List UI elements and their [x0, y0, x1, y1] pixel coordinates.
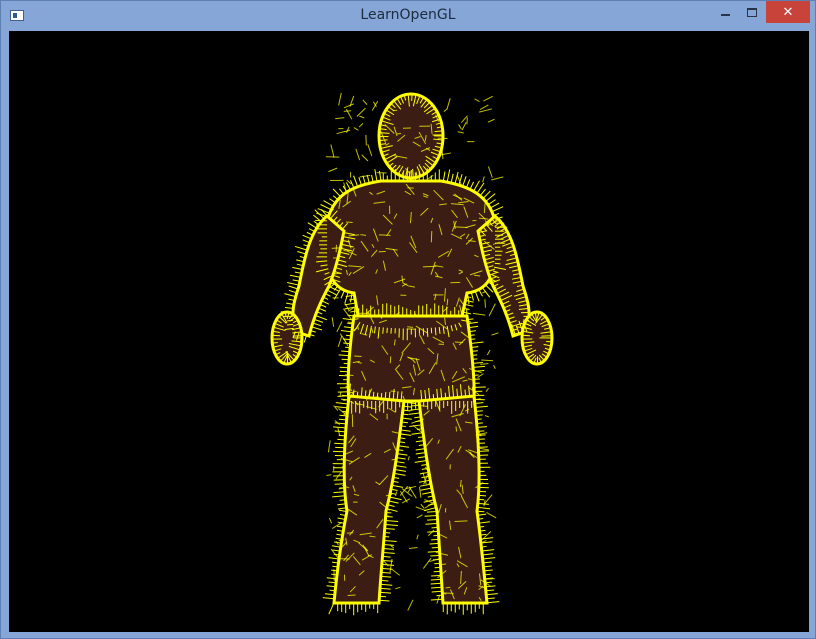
normal-line — [431, 586, 443, 589]
normal-line — [426, 510, 438, 513]
normal-line — [430, 554, 440, 557]
normal-line — [382, 327, 384, 334]
maximize-button[interactable] — [738, 1, 765, 23]
normal-line — [380, 579, 389, 582]
normal-line — [484, 573, 491, 576]
normal-line — [329, 589, 336, 592]
normal-line — [332, 565, 339, 568]
normal-line — [494, 262, 501, 265]
normal-line — [446, 298, 449, 306]
normal-line — [471, 350, 478, 352]
normal-line — [470, 338, 476, 341]
normal-line — [434, 327, 437, 336]
normal-line — [334, 442, 345, 445]
normal-line — [343, 110, 352, 112]
normal-line — [522, 334, 530, 337]
normal-line — [365, 134, 367, 146]
normal-line — [339, 414, 348, 417]
normal-line — [339, 499, 346, 501]
normal-line — [360, 234, 367, 236]
normal-line — [455, 226, 468, 228]
normal-line — [430, 582, 442, 585]
maximize-icon — [746, 7, 757, 17]
normal-line — [444, 392, 447, 399]
normal-line — [272, 342, 278, 344]
minimize-button[interactable] — [712, 1, 738, 23]
normal-line — [484, 299, 486, 308]
normal-line — [346, 221, 353, 224]
normal-line — [379, 139, 388, 142]
normal-line — [380, 392, 383, 399]
normal-line — [412, 168, 414, 178]
normal-line — [400, 425, 406, 428]
normal-line — [390, 390, 396, 392]
normal-line — [379, 599, 390, 602]
normal-line — [474, 398, 481, 401]
window-title: LearnOpenGL — [360, 7, 456, 23]
normal-line — [431, 590, 443, 593]
normal-line — [408, 171, 411, 178]
normal-line — [476, 422, 483, 424]
normal-line — [431, 546, 440, 549]
normal-line — [354, 355, 362, 358]
normal-line — [445, 586, 451, 589]
normal-line — [454, 520, 468, 523]
normal-line — [378, 234, 391, 236]
normal-line — [280, 311, 293, 313]
normal-line — [376, 392, 379, 399]
normal-line — [388, 391, 391, 400]
close-icon: ✕ — [782, 4, 794, 20]
normal-line — [475, 414, 483, 416]
normal-line — [352, 389, 355, 397]
normal-line — [429, 542, 440, 545]
application-window: LearnOpenGL ✕ — [0, 0, 816, 639]
normal-line — [475, 410, 483, 412]
opengl-viewport[interactable] — [9, 31, 809, 632]
normal-line — [546, 340, 552, 343]
normal-line — [364, 390, 367, 398]
normal-line — [284, 312, 287, 318]
normal-line — [334, 272, 342, 275]
normal-line — [481, 545, 487, 548]
normal-line — [341, 358, 350, 361]
normal-line — [455, 426, 458, 432]
normal-line — [430, 578, 442, 581]
normal-line — [382, 555, 391, 558]
normal-line — [479, 526, 485, 528]
normal-line — [286, 323, 294, 326]
normal-line — [464, 389, 467, 397]
title-bar[interactable]: LearnOpenGL ✕ — [1, 1, 815, 31]
normal-line — [407, 326, 414, 328]
normal-line — [427, 518, 438, 521]
normal-line — [441, 592, 454, 594]
minimize-icon — [720, 14, 730, 16]
rendered-scene — [9, 31, 809, 632]
normal-line — [431, 538, 439, 541]
normal-line — [326, 474, 332, 476]
normal-line — [339, 418, 347, 421]
normal-line — [479, 529, 486, 532]
normal-line — [471, 354, 478, 356]
normal-line — [478, 518, 484, 520]
normal-line — [345, 334, 352, 337]
close-button[interactable]: ✕ — [766, 1, 810, 23]
normal-line — [469, 334, 475, 337]
normal-line — [434, 130, 443, 133]
normal-line — [272, 334, 281, 337]
